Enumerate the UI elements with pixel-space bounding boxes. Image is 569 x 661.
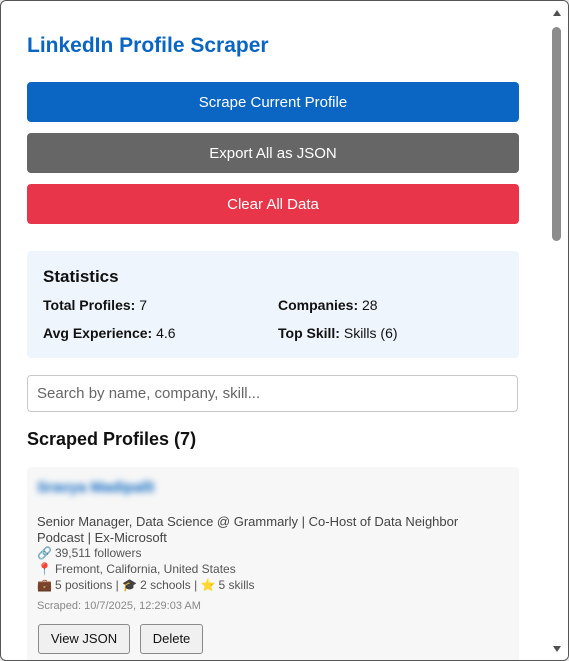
separator: | bbox=[190, 578, 201, 592]
positions-count: 5 positions bbox=[54, 578, 113, 592]
profile-counts: 💼 5 positions | 🎓 2 schools | ⭐ 5 skills bbox=[37, 578, 255, 592]
scraped-timestamp: Scraped: 10/7/2025, 12:29:03 AM bbox=[37, 600, 201, 612]
profiles-section-title: Scraped Profiles (7) bbox=[27, 429, 197, 449]
stat-total-profiles: Total Profiles: 7 bbox=[43, 297, 147, 313]
stat-value: 28 bbox=[362, 297, 378, 313]
scrape-profile-button[interactable]: Scrape Current Profile bbox=[27, 82, 519, 122]
stat-value: Skills (6) bbox=[343, 325, 398, 341]
profile-name[interactable]: Sravya Madipalli bbox=[37, 479, 155, 496]
schools-count: 2 schools bbox=[140, 578, 191, 592]
link-icon: 🔗 bbox=[37, 546, 52, 560]
vertical-scrollbar[interactable] bbox=[549, 1, 568, 660]
stat-label: Companies: bbox=[278, 297, 359, 313]
stat-value: 7 bbox=[139, 297, 147, 313]
stat-companies: Companies: 28 bbox=[278, 297, 378, 313]
profile-followers: 🔗 39,511 followers bbox=[37, 546, 141, 560]
statistics-title: Statistics bbox=[43, 267, 119, 286]
extension-popup: LinkedIn Profile Scraper Scrape Current … bbox=[0, 0, 569, 661]
profile-card: Sravya Madipalli Senior Manager, Data Sc… bbox=[27, 467, 519, 660]
popup-content: LinkedIn Profile Scraper Scrape Current … bbox=[1, 1, 549, 660]
statistics-panel: Statistics Total Profiles: 7 Companies: … bbox=[27, 251, 519, 358]
scroll-up-arrow-icon[interactable] bbox=[553, 10, 561, 16]
star-icon: ⭐ bbox=[200, 578, 216, 592]
page-title: LinkedIn Profile Scraper bbox=[27, 34, 269, 57]
graduation-cap-icon: 🎓 bbox=[122, 578, 138, 592]
stat-avg-experience: Avg Experience: 4.6 bbox=[43, 325, 176, 341]
stat-value: 4.6 bbox=[156, 325, 176, 341]
clear-data-button[interactable]: Clear All Data bbox=[27, 184, 519, 224]
stat-label: Top Skill: bbox=[278, 325, 340, 341]
briefcase-icon: 💼 bbox=[37, 578, 52, 592]
profile-location: 📍 Fremont, California, United States bbox=[37, 562, 236, 576]
location-pin-icon: 📍 bbox=[37, 562, 52, 576]
export-json-button[interactable]: Export All as JSON bbox=[27, 133, 519, 173]
stat-label: Avg Experience: bbox=[43, 325, 153, 341]
scrollbar-thumb[interactable] bbox=[552, 27, 561, 241]
location-text: Fremont, California, United States bbox=[54, 562, 236, 576]
view-json-button[interactable]: View JSON bbox=[38, 624, 130, 654]
delete-profile-button[interactable]: Delete bbox=[140, 624, 203, 654]
separator: | bbox=[112, 578, 123, 592]
scroll-down-arrow-icon[interactable] bbox=[553, 646, 561, 652]
stat-label: Total Profiles: bbox=[43, 297, 136, 313]
skills-count: 5 skills bbox=[218, 578, 255, 592]
search-input[interactable] bbox=[27, 375, 518, 412]
stat-top-skill: Top Skill: Skills (6) bbox=[278, 325, 398, 341]
followers-text: 39,511 followers bbox=[54, 546, 142, 560]
profile-headline: Senior Manager, Data Science @ Grammarly… bbox=[37, 514, 459, 545]
